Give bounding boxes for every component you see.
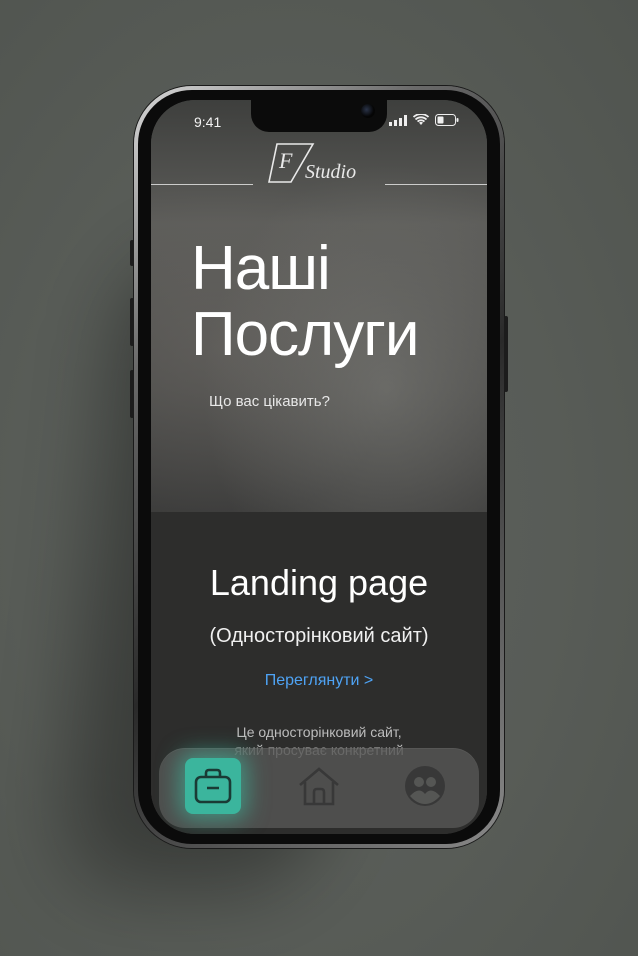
header-divider-left	[151, 184, 253, 185]
title-line-2: Послуги	[191, 300, 419, 369]
header-divider-right	[385, 184, 487, 185]
notch	[251, 100, 387, 132]
briefcase-icon	[194, 768, 232, 804]
service-title: Landing page	[209, 562, 429, 603]
nav-item-services[interactable]	[185, 758, 241, 814]
wifi-icon	[413, 114, 429, 125]
title-line-1: Наші	[191, 234, 331, 303]
page-title: Наші Послуги	[191, 234, 419, 369]
side-button-volume-down	[130, 370, 134, 418]
view-link[interactable]: Переглянути >	[151, 672, 487, 690]
signal-icon	[389, 114, 407, 126]
logo-letter: F	[278, 148, 293, 173]
service-subtitle: (Односторінковий сайт)	[209, 625, 429, 647]
side-button-mute	[130, 240, 134, 266]
battery-icon	[435, 114, 459, 126]
description-line-1: Це односторінковий сайт,	[236, 724, 402, 740]
bottom-nav	[159, 748, 479, 828]
nav-item-team[interactable]	[397, 758, 453, 814]
phone-screen: 9:41 F Studio Наші Послуги Що вас цікави…	[151, 100, 487, 834]
hero-subtitle: Що вас цікавить?	[209, 393, 330, 410]
side-button-volume-up	[130, 298, 134, 346]
people-icon	[405, 766, 445, 806]
logo-text: Studio	[305, 161, 356, 183]
status-icons	[389, 114, 459, 126]
side-button-power	[504, 316, 508, 392]
logo-mark: F Studio	[268, 143, 356, 183]
studio-logo[interactable]: F Studio	[267, 138, 377, 184]
status-time: 9:41	[194, 114, 222, 130]
home-icon	[299, 767, 339, 806]
camera-icon	[361, 104, 375, 118]
nav-item-home[interactable]	[291, 758, 347, 814]
